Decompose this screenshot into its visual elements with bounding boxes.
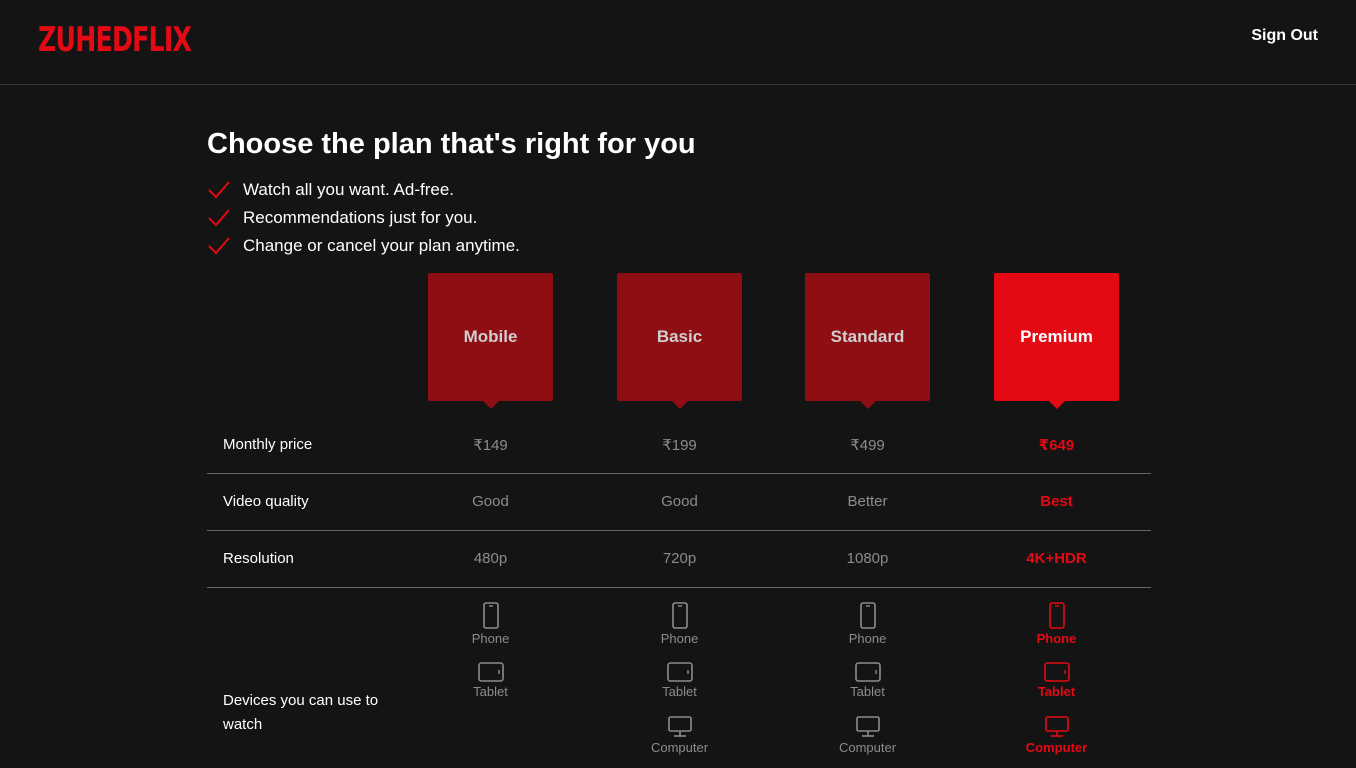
device-label: Tablet <box>473 684 508 699</box>
benefit-text: Change or cancel your plan anytime. <box>243 236 520 255</box>
device-label: Phone <box>1036 631 1077 646</box>
plan-card-standard[interactable]: Standard <box>805 273 930 409</box>
device-tablet: Tablet <box>805 661 930 699</box>
benefit-text: Watch all you want. Ad-free. <box>243 180 455 199</box>
device-phone: Phone <box>994 602 1119 646</box>
device-phone: Phone <box>428 602 553 646</box>
sign-out-button[interactable]: Sign Out <box>1251 27 1318 45</box>
row-label: Monthly price <box>223 436 313 453</box>
resolution-row: Resolution 480p 720p 1080p 4K+HDR <box>207 531 1151 588</box>
top-bar: ZUHEDFLIX Sign Out <box>0 0 1356 85</box>
device-label: Tablet <box>850 684 885 699</box>
plan-card-basic[interactable]: Basic <box>617 273 742 409</box>
page-title: Choose the plan that's right for you <box>207 128 696 160</box>
device-tablet: Tablet <box>994 661 1119 699</box>
quality-mobile: Good <box>472 493 509 510</box>
device-computer: Computer <box>805 715 930 755</box>
plan-name: Standard <box>830 327 905 346</box>
row-label: Resolution <box>223 550 294 567</box>
phone-icon <box>1048 602 1065 629</box>
tablet-icon <box>666 662 693 682</box>
computer-icon <box>667 716 692 737</box>
computer-icon <box>1044 716 1069 737</box>
benefit-item: Change or cancel your plan anytime. <box>207 232 520 260</box>
quality-row: Video quality Good Good Better Best <box>207 474 1151 531</box>
device-label: Phone <box>848 631 887 646</box>
phone-icon <box>482 602 499 629</box>
device-label: Tablet <box>1037 684 1076 699</box>
device-phone: Phone <box>617 602 742 646</box>
device-label: Computer <box>838 740 897 755</box>
price-premium: ₹649 <box>1038 437 1075 454</box>
device-label: Computer <box>1025 740 1088 755</box>
device-computer: Computer <box>994 715 1119 755</box>
device-phone: Phone <box>805 602 930 646</box>
plan-name: Mobile <box>463 327 518 346</box>
resolution-basic: 720p <box>662 550 697 567</box>
check-icon <box>208 237 230 255</box>
device-label: Phone <box>660 631 699 646</box>
phone-icon <box>671 602 688 629</box>
price-mobile: ₹149 <box>473 437 508 454</box>
resolution-mobile: 480p <box>473 550 508 567</box>
device-computer: Computer <box>617 715 742 755</box>
resolution-standard: 1080p <box>846 550 889 567</box>
plan-card-premium[interactable]: Premium <box>994 273 1119 409</box>
tablet-icon <box>854 662 881 682</box>
plan-name: Basic <box>656 327 703 346</box>
device-label: Tablet <box>662 684 697 699</box>
devices-label: Devices you can use to watch <box>223 692 379 733</box>
resolution-premium: 4K+HDR <box>1026 550 1087 567</box>
tablet-icon <box>1043 662 1070 682</box>
phone-icon <box>859 602 876 629</box>
benefit-item: Watch all you want. Ad-free. <box>207 176 520 204</box>
tablet-icon <box>477 662 504 682</box>
row-label: Video quality <box>223 493 309 510</box>
quality-standard: Better <box>847 493 888 510</box>
benefits-list: Watch all you want. Ad-free. Recommendat… <box>207 176 520 260</box>
price-standard: ₹499 <box>850 437 885 454</box>
benefit-item: Recommendations just for you. <box>207 204 520 232</box>
price-row: Monthly price ₹149 ₹199 ₹499 ₹649 <box>207 417 1151 474</box>
device-tablet: Tablet <box>617 661 742 699</box>
price-basic: ₹199 <box>662 437 697 454</box>
quality-premium: Best <box>1040 493 1073 510</box>
benefit-text: Recommendations just for you. <box>243 208 478 227</box>
device-label: Phone <box>471 631 510 646</box>
quality-basic: Good <box>661 493 698 510</box>
check-icon <box>208 181 230 199</box>
device-label: Computer <box>650 740 709 755</box>
computer-icon <box>855 716 880 737</box>
plan-name: Premium <box>1020 327 1093 346</box>
device-tablet: Tablet <box>428 661 553 699</box>
logo[interactable]: ZUHEDFLIX <box>38 20 192 60</box>
plan-card-mobile[interactable]: Mobile <box>428 273 553 409</box>
check-icon <box>208 209 230 227</box>
